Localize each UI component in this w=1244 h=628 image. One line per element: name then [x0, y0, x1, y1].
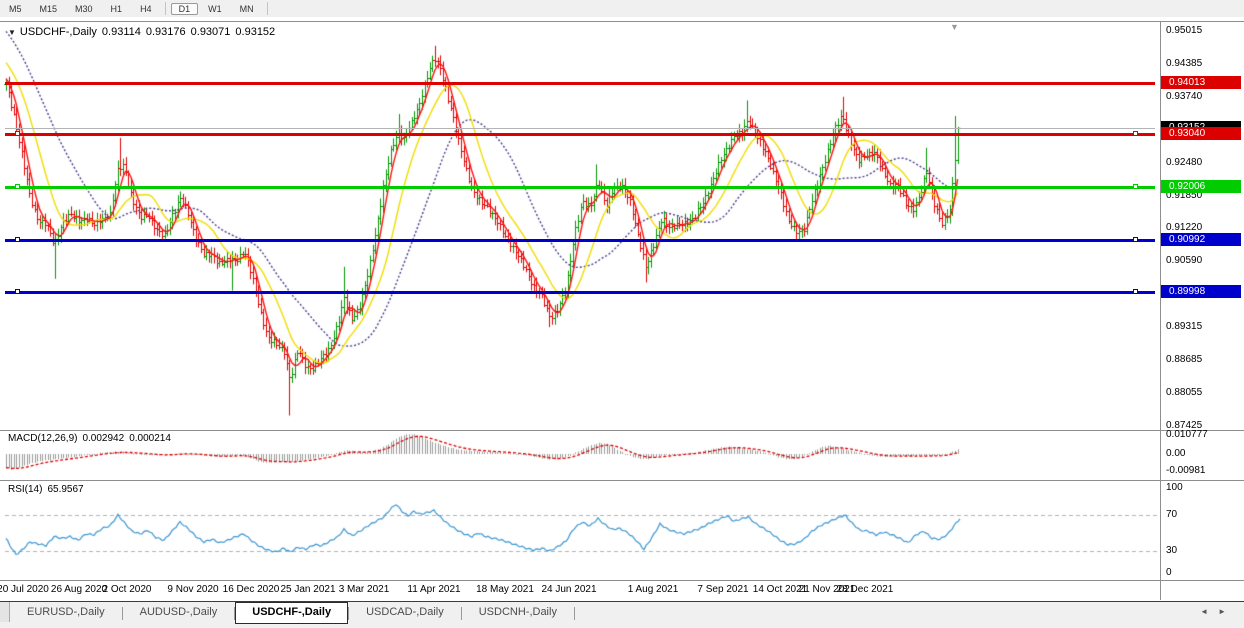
- macd-indicator-label: MACD(12,26,9) 0.002942 0.000214: [8, 433, 176, 444]
- price-badge-0.92006: 0.92006: [1161, 180, 1241, 193]
- rsi-axis-label: 30: [1166, 545, 1177, 556]
- date-label: 28 Dec 2021: [837, 584, 894, 595]
- rsi-indicator-label: RSI(14) 65.9567: [8, 484, 89, 495]
- horizontal-line-0.92006[interactable]: [5, 186, 1155, 189]
- date-label: 3 Mar 2021: [339, 584, 390, 595]
- horizontal-line-0.94013[interactable]: [5, 82, 1155, 85]
- ohlc-low: 0.93071: [191, 26, 231, 38]
- left-line-handle[interactable]: [15, 289, 20, 294]
- tab-usdcnh-daily[interactable]: USDCNH-,Daily: [462, 603, 574, 622]
- timeframe-button-h4[interactable]: H4: [132, 3, 160, 15]
- tab-audusd-daily[interactable]: AUDUSD-,Daily: [123, 603, 235, 622]
- date-label: 25 Jan 2021: [280, 584, 335, 595]
- timeframe-button-h1[interactable]: H1: [103, 3, 131, 15]
- macd-axis-label: 0.00: [1166, 448, 1185, 459]
- date-label: 11 Apr 2021: [407, 584, 460, 595]
- tab-scroll-right-icon[interactable]: ►: [1218, 607, 1236, 616]
- price-axis-label: 0.94385: [1166, 58, 1202, 69]
- ohlc-open: 0.93114: [102, 26, 141, 38]
- horizontal-line-0.90992[interactable]: [5, 239, 1155, 242]
- chart-top-border: [0, 21, 1244, 22]
- horizontal-line-0.93040[interactable]: [5, 133, 1155, 136]
- chart-shift-marker-icon: ▼: [950, 22, 959, 32]
- horizontal-line-0.89998[interactable]: [5, 291, 1155, 294]
- tab-stub: [0, 602, 10, 622]
- collapse-chart-icon[interactable]: ▼: [8, 28, 16, 37]
- ohlc-close: 0.93152: [235, 26, 275, 38]
- current-price-line: [5, 128, 1155, 129]
- date-label: 24 Jun 2021: [541, 584, 596, 595]
- price-badge-0.90992: 0.90992: [1161, 233, 1241, 246]
- date-label: 9 Nov 2020: [167, 584, 218, 595]
- timeframe-button-mn[interactable]: MN: [232, 3, 262, 15]
- price-axis-label: 0.90590: [1166, 255, 1202, 266]
- toolbar-separator: [267, 2, 268, 15]
- date-axis-separator: [0, 580, 1244, 581]
- date-label: 2 Oct 2020: [103, 584, 152, 595]
- macd-name: MACD(12,26,9): [8, 433, 77, 444]
- tab-scroll-arrows[interactable]: ◄►: [1200, 607, 1236, 616]
- right-line-handle[interactable]: [1133, 289, 1138, 294]
- right-line-handle[interactable]: [1133, 237, 1138, 242]
- left-line-handle[interactable]: [15, 131, 20, 136]
- left-line-handle[interactable]: [15, 237, 20, 242]
- tab-scroll-left-icon[interactable]: ◄: [1200, 607, 1218, 616]
- price-badge-0.93040: 0.93040: [1161, 127, 1241, 140]
- trading-app-window: { "toolbar":{"timeframes":["M5","M15","M…: [0, 0, 1244, 627]
- timeframe-button-m5[interactable]: M5: [1, 3, 30, 15]
- price-badge-0.89998: 0.89998: [1161, 285, 1241, 298]
- macd-axis-label: 0.010777: [1166, 429, 1208, 440]
- date-label: 18 May 2021: [476, 584, 534, 595]
- timeframe-toolbar: M5M15M30H1H4 D1W1MN: [0, 0, 1244, 17]
- symbol-label: USDCHF-,Daily: [20, 26, 97, 38]
- price-axis-label: 0.95015: [1166, 25, 1202, 36]
- price-chart-canvas[interactable]: [0, 0, 1244, 627]
- right-line-handle[interactable]: [1133, 184, 1138, 189]
- rsi-value: 65.9567: [47, 484, 83, 495]
- tab-usdchf-daily[interactable]: USDCHF-,Daily: [235, 602, 348, 624]
- macd-value: 0.002942: [82, 433, 124, 444]
- price-axis-label: 0.92480: [1166, 157, 1202, 168]
- tab-divider: [574, 607, 575, 620]
- price-badge-0.94013: 0.94013: [1161, 76, 1241, 89]
- tab-eurusd-daily[interactable]: EURUSD-,Daily: [10, 603, 122, 622]
- price-axis-label: 0.88055: [1166, 387, 1202, 398]
- rsi-axis-label: 0: [1166, 567, 1172, 578]
- rsi-axis-label: 100: [1166, 482, 1183, 493]
- timeframe-button-w1[interactable]: W1: [200, 3, 230, 15]
- macd-signal-value: 0.000214: [129, 433, 171, 444]
- price-axis-separator: [1160, 22, 1161, 600]
- chart-header: ▼ USDCHF-,Daily 0.93114 0.93176 0.93071 0.931…: [8, 26, 280, 38]
- price-axis-label: 0.93740: [1166, 91, 1202, 102]
- timeframe-button-d1[interactable]: D1: [171, 3, 199, 15]
- price-axis-label: 0.89315: [1166, 321, 1202, 332]
- date-label: 7 Sep 2021: [697, 584, 748, 595]
- rsi-axis-label: 70: [1166, 509, 1177, 520]
- ohlc-high: 0.93176: [146, 26, 186, 38]
- macd-axis-label: -0.00981: [1166, 465, 1205, 476]
- toolbar-separator: [165, 2, 166, 15]
- price-axis-label: 0.88685: [1166, 354, 1202, 365]
- date-label: 16 Dec 2020: [223, 584, 280, 595]
- chart-tabbar: EURUSD-,DailyAUDUSD-,DailyUSDCHF-,DailyU…: [0, 601, 1244, 628]
- rsi-pane-separator: [0, 480, 1244, 481]
- rsi-name: RSI(14): [8, 484, 42, 495]
- date-label: 1 Aug 2021: [628, 584, 679, 595]
- timeframe-button-m30[interactable]: M30: [67, 3, 101, 15]
- left-line-handle[interactable]: [15, 184, 20, 189]
- price-axis-label: 0.91220: [1166, 222, 1202, 233]
- timeframe-button-m15[interactable]: M15: [32, 3, 66, 15]
- right-line-handle[interactable]: [1133, 131, 1138, 136]
- date-label: 20 Jul 2020: [0, 584, 49, 595]
- date-label: 26 Aug 2020: [51, 584, 107, 595]
- macd-pane-separator: [0, 430, 1244, 431]
- tab-usdcad-daily[interactable]: USDCAD-,Daily: [349, 603, 461, 622]
